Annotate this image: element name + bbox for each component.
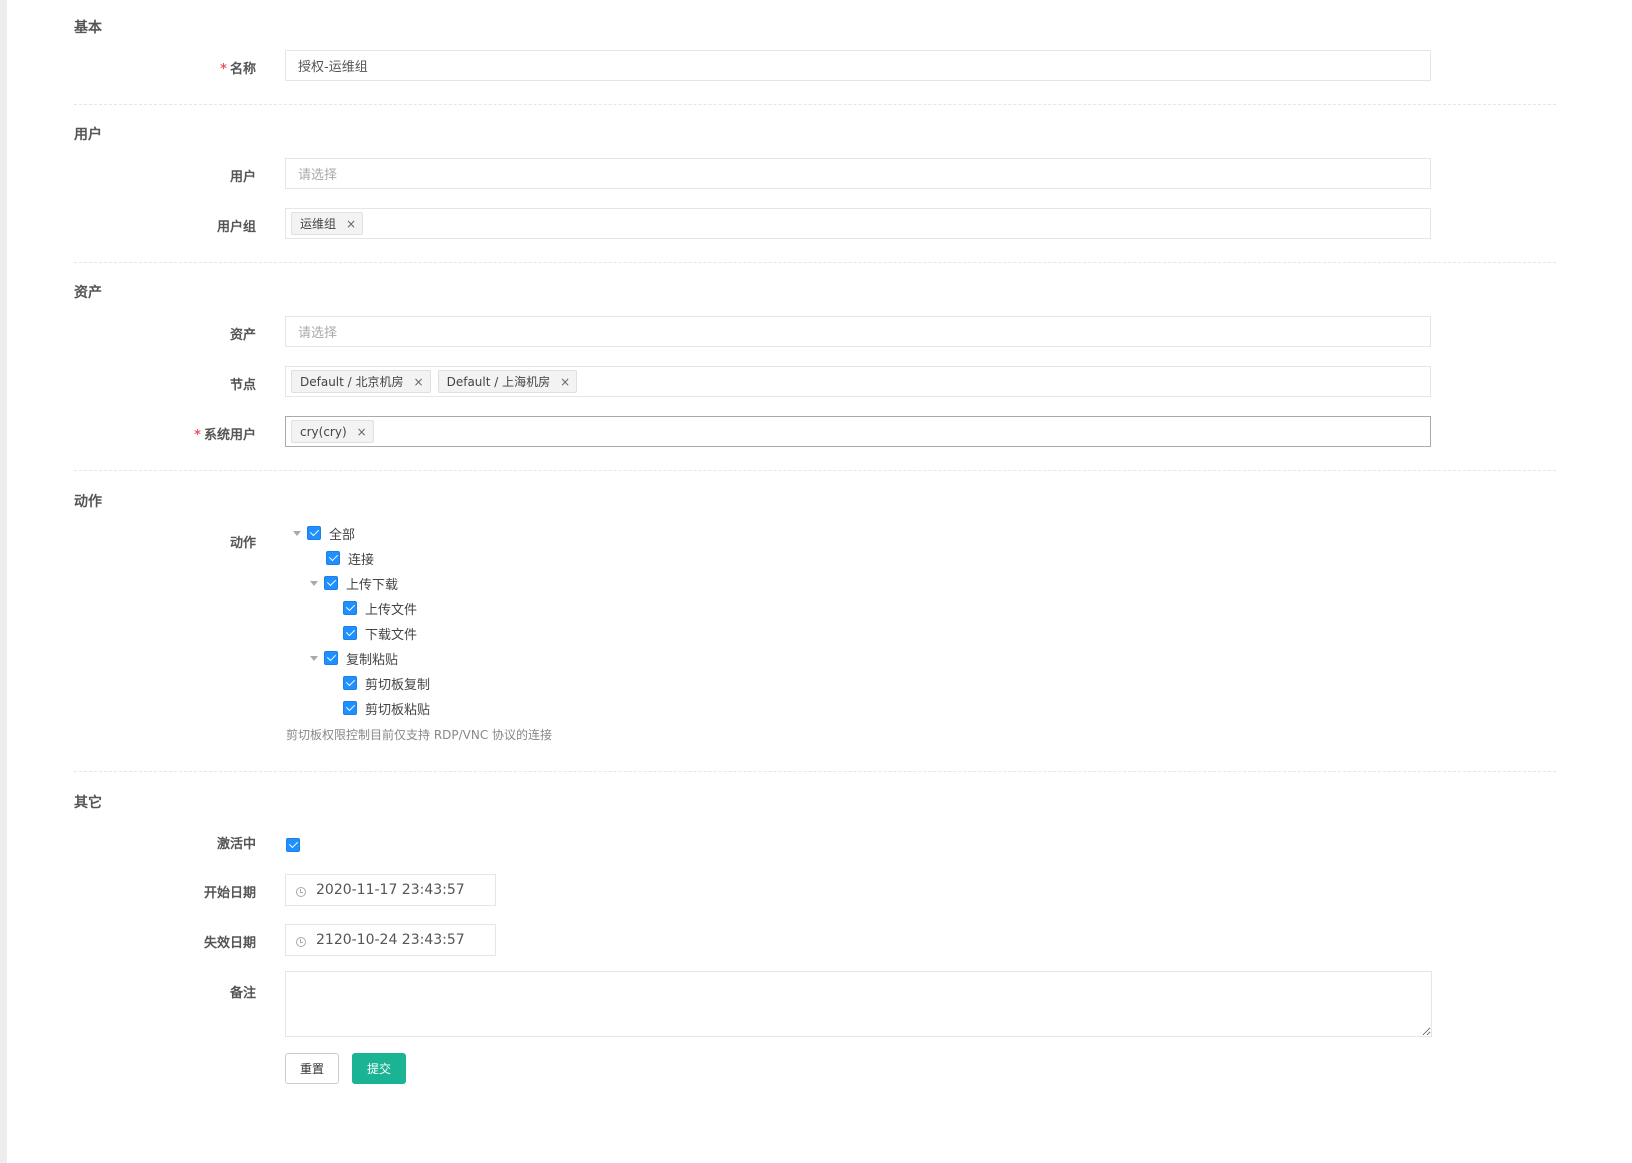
section-title-other: 其它 xyxy=(74,795,102,811)
checkbox-checked-icon[interactable] xyxy=(324,576,338,590)
end-date-value: 2120-10-24 23:43:57 xyxy=(316,932,465,948)
name-input-value: 授权-运维组 xyxy=(298,60,368,75)
user-groups-label: 用户组 xyxy=(216,220,256,235)
remove-tag-icon[interactable]: × xyxy=(560,375,570,389)
start-date-label: 开始日期 xyxy=(203,886,256,901)
tree-node-label: 连接 xyxy=(348,552,375,568)
assets-select[interactable]: 请选择 xyxy=(285,316,1431,347)
remove-tag-icon[interactable]: × xyxy=(357,425,367,439)
node-tag: Default / 上海机房 × xyxy=(437,370,578,393)
start-date-input[interactable]: 2020-11-17 23:43:57 xyxy=(285,874,496,906)
remove-tag-icon[interactable]: × xyxy=(414,375,424,389)
caret-down-icon[interactable] xyxy=(293,530,301,536)
checkbox-checked-icon[interactable] xyxy=(343,701,357,715)
checkbox-checked-icon[interactable] xyxy=(343,676,357,690)
section-title-user: 用户 xyxy=(74,127,102,143)
nodes-select[interactable]: Default / 北京机房 × Default / 上海机房 × xyxy=(285,366,1431,397)
checkbox-checked-icon[interactable] xyxy=(326,551,340,565)
caret-down-icon[interactable] xyxy=(310,580,318,586)
system-user-label: * 系统用户 xyxy=(194,424,256,443)
name-label: * 名称 xyxy=(220,58,256,77)
comment-textarea[interactable] xyxy=(285,971,1432,1037)
required-mark: * xyxy=(220,62,227,77)
checkbox-checked-icon[interactable] xyxy=(343,601,357,615)
start-date-value: 2020-11-17 23:43:57 xyxy=(316,882,465,898)
name-label-text: 名称 xyxy=(229,62,256,77)
tree-node-label: 剪切板复制 xyxy=(365,677,431,693)
users-label: 用户 xyxy=(229,170,256,185)
divider xyxy=(74,262,1556,263)
users-select[interactable]: 请选择 xyxy=(285,158,1431,189)
system-user-label-text: 系统用户 xyxy=(203,428,256,443)
section-title-basic: 基本 xyxy=(74,20,102,36)
tree-node-label: 上传文件 xyxy=(365,602,418,618)
users-select-placeholder: 请选择 xyxy=(298,168,338,183)
end-date-input[interactable]: 2120-10-24 23:43:57 xyxy=(285,924,496,956)
divider xyxy=(74,470,1556,471)
checkbox-checked-icon[interactable] xyxy=(324,651,338,665)
tree-node-label: 剪切板粘贴 xyxy=(365,702,431,718)
clock-icon xyxy=(296,937,306,947)
submit-button[interactable]: 提交 xyxy=(352,1053,406,1084)
node-tag: Default / 北京机房 × xyxy=(291,370,431,393)
tree-node-clipboard-copy[interactable]: 剪切板复制 xyxy=(343,674,431,693)
caret-down-icon[interactable] xyxy=(310,655,318,661)
user-group-tag: 运维组 × xyxy=(291,212,364,235)
tree-node-clipboard-paste[interactable]: 剪切板粘贴 xyxy=(343,699,431,718)
system-user-tag: cry(cry) × xyxy=(291,420,374,443)
actions-help-text: 剪切板权限控制目前仅支持 RDP/VNC 协议的连接 xyxy=(286,728,553,742)
end-date-label: 失效日期 xyxy=(203,936,256,951)
reset-button[interactable]: 重置 xyxy=(285,1053,339,1084)
tree-node-label: 复制粘贴 xyxy=(346,652,399,668)
section-title-action: 动作 xyxy=(74,494,102,510)
active-label: 激活中 xyxy=(216,837,256,852)
actions-label: 动作 xyxy=(229,536,256,551)
name-input[interactable]: 授权-运维组 xyxy=(285,50,1431,81)
tree-node-clipboard[interactable]: 复制粘贴 xyxy=(310,649,399,668)
divider xyxy=(74,771,1556,772)
tree-node-download[interactable]: 下载文件 xyxy=(343,624,418,643)
assets-select-placeholder: 请选择 xyxy=(298,326,338,341)
tree-node-label: 下载文件 xyxy=(365,627,418,643)
tree-node-connect[interactable]: 连接 xyxy=(326,549,375,568)
tree-node-transfer[interactable]: 上传下载 xyxy=(310,574,399,593)
tree-node-upload[interactable]: 上传文件 xyxy=(343,599,418,618)
left-sidebar-edge xyxy=(0,0,7,1163)
system-user-select[interactable]: cry(cry) × xyxy=(285,416,1431,447)
checkbox-checked-icon[interactable] xyxy=(307,526,321,540)
required-mark: * xyxy=(194,428,201,443)
checkbox-checked-icon[interactable] xyxy=(286,838,300,852)
remove-tag-icon[interactable]: × xyxy=(346,217,356,231)
tag-text: cry(cry) xyxy=(300,424,347,439)
assets-label: 资产 xyxy=(229,328,256,343)
active-checkbox[interactable] xyxy=(286,834,308,853)
checkbox-checked-icon[interactable] xyxy=(343,626,357,640)
tree-node-label: 上传下载 xyxy=(346,577,399,593)
section-title-asset: 资产 xyxy=(74,285,102,301)
divider xyxy=(74,104,1556,105)
tree-node-all[interactable]: 全部 xyxy=(293,524,356,543)
comment-label: 备注 xyxy=(229,986,256,1001)
nodes-label: 节点 xyxy=(229,378,256,393)
user-groups-select[interactable]: 运维组 × xyxy=(285,208,1431,239)
tag-text: Default / 北京机房 xyxy=(300,375,404,389)
tag-text: 运维组 xyxy=(300,217,337,231)
tree-node-label: 全部 xyxy=(329,527,356,543)
clock-icon xyxy=(296,887,306,897)
tag-text: Default / 上海机房 xyxy=(446,375,551,389)
